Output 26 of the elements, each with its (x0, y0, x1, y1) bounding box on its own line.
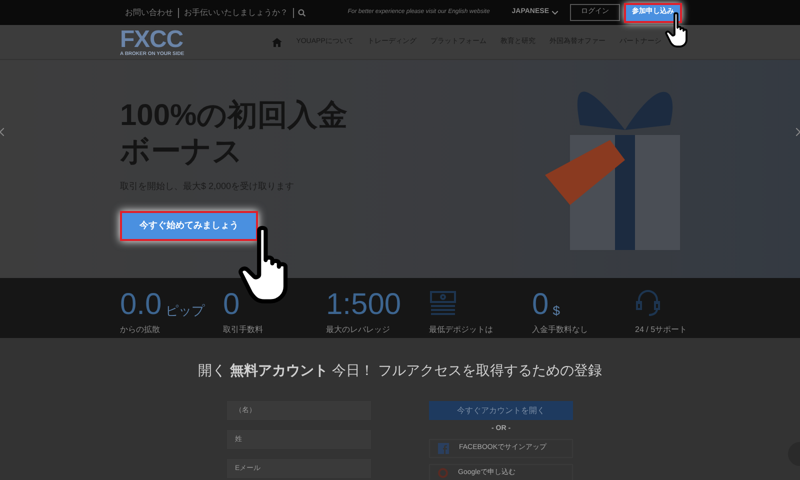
stat-label: 24 / 5サポート (635, 324, 688, 336)
banknote-icon (429, 290, 457, 316)
stat-label: 入金手数料なし (532, 324, 589, 336)
top-link[interactable]: お手伝いいたしましょうか？ (179, 6, 293, 18)
stat-value: 0.0 (120, 290, 162, 320)
stat-label: 最大のレバレッジ (326, 324, 391, 336)
stat-label: からの拡散 (120, 324, 161, 336)
carousel-next-icon[interactable] (796, 128, 800, 136)
stat-value: 0 (532, 290, 549, 320)
start-now-button[interactable]: 今すぐ始めてみましょう (120, 210, 258, 240)
carousel-prev-icon[interactable] (0, 128, 4, 136)
headset-icon (635, 288, 661, 318)
stat-unit: ピップ (166, 302, 205, 320)
stat-value: 0 (223, 290, 240, 320)
signup-heading: 開く 無料アカウント 今日！ フルアクセスを取得するための登録 (198, 361, 602, 380)
logo-text: FXCC (120, 28, 183, 52)
facebook-icon (438, 442, 449, 454)
chevron-down-icon (552, 10, 558, 14)
stat-label: 取引手数料 (223, 324, 264, 336)
home-icon[interactable] (272, 38, 282, 46)
stat-label: 最低デポジットは (429, 324, 494, 336)
search-icon[interactable] (298, 8, 306, 16)
top-link[interactable]: お問い合わせ (120, 6, 178, 18)
stat-unit: $ (552, 302, 560, 320)
stat-value: 1:500 (326, 290, 402, 320)
open-account-button[interactable]: 今すぐアカウントを開く (429, 401, 573, 420)
